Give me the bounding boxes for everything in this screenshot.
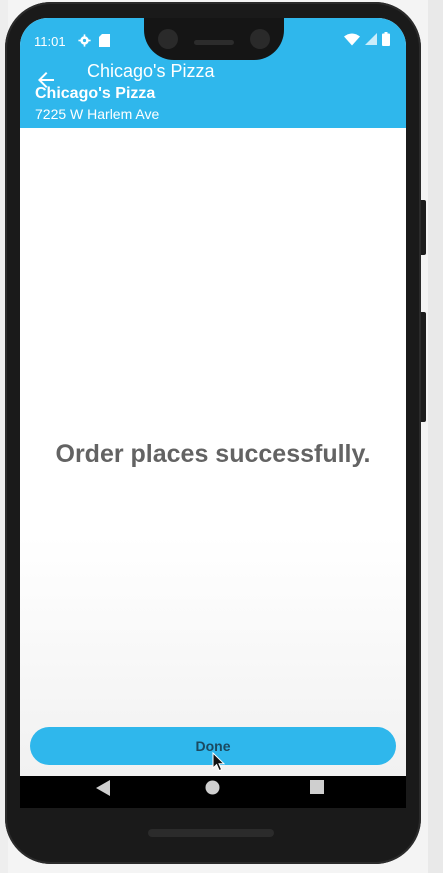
phone-screen: 11:01 Chicago's Pizza Chicago's Pizza 72… bbox=[20, 18, 406, 808]
app-bar-title: Chicago's Pizza bbox=[87, 61, 215, 81]
nav-recents-icon[interactable] bbox=[310, 780, 324, 794]
android-nav-bar bbox=[20, 776, 406, 808]
sd-card-icon bbox=[99, 34, 110, 47]
battery-icon bbox=[382, 32, 390, 46]
mouse-cursor-icon bbox=[212, 752, 226, 772]
success-message: Order places successfully. bbox=[55, 440, 371, 468]
content-area: Order places successfully. Done bbox=[20, 128, 406, 808]
bottom-speaker bbox=[148, 829, 274, 837]
wifi-icon bbox=[344, 33, 360, 45]
signal-icon bbox=[365, 33, 377, 45]
status-bar: 11:01 bbox=[20, 18, 406, 64]
status-time: 11:01 bbox=[34, 34, 66, 49]
desktop-backdrop: 11:01 Chicago's Pizza Chicago's Pizza 72… bbox=[0, 0, 443, 873]
gear-icon bbox=[78, 34, 91, 47]
front-camera-right bbox=[250, 29, 270, 49]
status-icons-right bbox=[344, 32, 390, 46]
restaurant-name: Chicago's Pizza bbox=[35, 85, 156, 102]
status-icons-left bbox=[78, 34, 110, 47]
restaurant-address: 7225 W Harlem Ave bbox=[35, 106, 160, 122]
earpiece-speaker bbox=[194, 40, 234, 45]
camera-notch bbox=[144, 18, 284, 60]
nav-back-icon[interactable] bbox=[96, 780, 110, 796]
app-bar: Chicago's Pizza Chicago's Pizza 7225 W H… bbox=[20, 61, 406, 128]
nav-home-icon[interactable] bbox=[205, 780, 220, 795]
front-camera-left bbox=[158, 29, 178, 49]
background-strip-right bbox=[428, 0, 443, 873]
